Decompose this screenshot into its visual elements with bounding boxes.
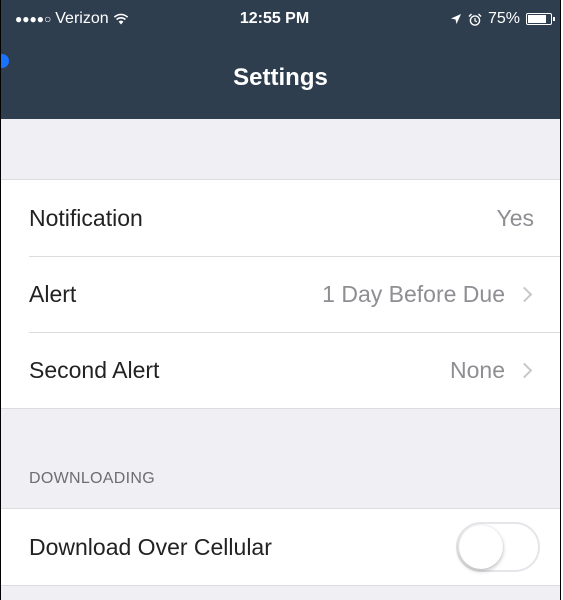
- location-arrow-icon: [450, 14, 461, 24]
- header: ●●●●○ Verizon 12:55 PM 75% Settings: [1, 0, 560, 119]
- download-cellular-toggle[interactable]: [456, 522, 540, 572]
- toggle-knob: [459, 525, 503, 569]
- alert-row[interactable]: Alert 1 Day Before Due: [1, 256, 560, 332]
- downloading-section-header: DOWNLOADING: [29, 470, 155, 487]
- second-alert-value-text: None: [450, 356, 505, 383]
- second-alert-label: Second Alert: [29, 356, 160, 383]
- alerts-group: Notification Yes Alert 1 Day Before Due …: [1, 179, 560, 409]
- battery-fill: [528, 15, 546, 23]
- battery-icon: [526, 13, 555, 25]
- settings-screen: ●●●●○ Verizon 12:55 PM 75% Settings Noti…: [0, 0, 561, 600]
- alert-value: 1 Day Before Due: [322, 281, 534, 308]
- second-alert-value: None: [450, 357, 534, 384]
- notification-row[interactable]: Notification Yes: [1, 180, 560, 256]
- alert-label: Alert: [29, 280, 77, 307]
- battery-nub: [553, 17, 555, 21]
- battery-percent: 75%: [487, 10, 520, 27]
- status-bar: ●●●●○ Verizon 12:55 PM 75%: [1, 0, 560, 34]
- download-cellular-label: Download Over Cellular: [29, 533, 272, 560]
- downloading-group: Download Over Cellular: [1, 508, 560, 586]
- second-alert-row[interactable]: Second Alert None: [1, 332, 560, 408]
- notification-label: Notification: [29, 204, 143, 231]
- alarm-icon: [468, 13, 482, 26]
- alert-value-text: 1 Day Before Due: [322, 280, 505, 307]
- chevron-right-icon: [516, 362, 533, 378]
- download-cellular-row: Download Over Cellular: [1, 509, 560, 585]
- notification-value: Yes: [496, 205, 534, 232]
- settings-content: Notification Yes Alert 1 Day Before Due …: [1, 119, 560, 600]
- notification-value-text: Yes: [496, 204, 534, 231]
- page-title: Settings: [233, 64, 328, 91]
- chevron-right-icon: [516, 286, 533, 302]
- status-right: 75%: [450, 10, 555, 28]
